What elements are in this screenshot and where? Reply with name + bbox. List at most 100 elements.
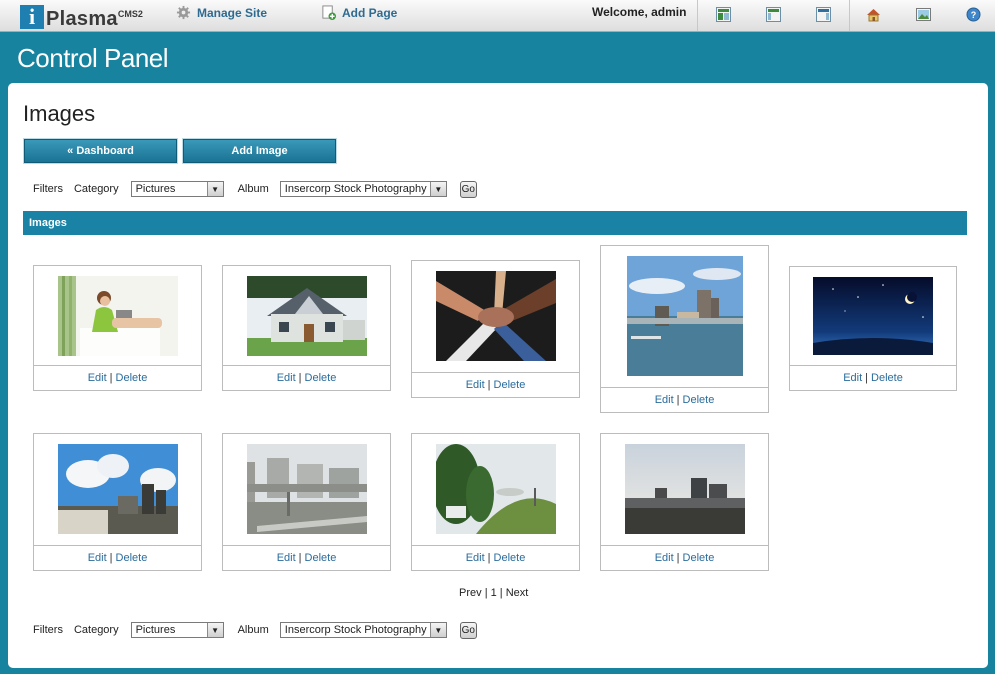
image-card: Edit | Delete (600, 433, 769, 571)
category-label: Category (73, 183, 119, 195)
dashboard-button[interactable]: « Dashboard (24, 139, 177, 163)
image-card: Edit | Delete (222, 265, 391, 391)
action-separator: | (298, 552, 302, 564)
image-thumbnail[interactable] (436, 444, 556, 534)
add-image-button[interactable]: Add Image (183, 139, 336, 163)
delete-link[interactable]: Delete (305, 552, 337, 564)
delete-link[interactable]: Delete (683, 394, 715, 406)
svg-text:?: ? (971, 10, 977, 20)
logo-version: CMS2 (117, 9, 143, 19)
add-page-label: Add Page (342, 5, 398, 20)
pagination: Prev | 1 | Next (459, 587, 528, 599)
filters-top: Filters Category Pictures ▼ Album Inserc… (33, 179, 477, 199)
image-thumbnail[interactable] (813, 277, 933, 355)
page-1-link[interactable]: 1 (491, 587, 497, 599)
action-separator: | (298, 372, 302, 384)
next-link[interactable]: Next (506, 587, 529, 599)
image-actions: Edit | Delete (601, 387, 768, 412)
delete-link[interactable]: Delete (116, 372, 148, 384)
image-card: Edit | Delete (411, 433, 580, 571)
plasma-logo[interactable]: i Plasma CMS2 (20, 5, 143, 29)
category-label: Category (73, 624, 119, 636)
action-separator: | (487, 379, 491, 391)
chevron-down-icon: ▼ (429, 182, 446, 196)
image-thumbnail[interactable] (58, 276, 178, 356)
action-separator: | (865, 372, 869, 384)
delete-link[interactable]: Delete (871, 372, 903, 384)
edit-link[interactable]: Edit (88, 372, 107, 384)
image-actions: Edit | Delete (223, 545, 390, 570)
edit-link[interactable]: Edit (466, 552, 485, 564)
prev-link[interactable]: Prev (459, 587, 482, 599)
image-thumbnail[interactable] (247, 276, 367, 356)
page-title: Images (23, 101, 96, 126)
image-card: Edit | Delete (411, 260, 580, 398)
go-button[interactable]: Go (459, 180, 477, 198)
gear-icon (176, 5, 191, 20)
category-value: Pictures (135, 183, 176, 195)
album-label: Album (237, 624, 269, 636)
image-thumbnail[interactable] (58, 444, 178, 534)
image-actions: Edit | Delete (601, 545, 768, 570)
edit-link[interactable]: Edit (655, 552, 674, 564)
album-select[interactable]: Insercorp Stock Photography ▼ (279, 622, 447, 638)
image-card: Edit | Delete (600, 245, 769, 413)
edit-link[interactable]: Edit (277, 552, 296, 564)
action-separator: | (109, 552, 113, 564)
action-separator: | (676, 394, 680, 406)
image-icon[interactable] (916, 7, 931, 22)
image-actions: Edit | Delete (34, 365, 201, 390)
image-thumbnail[interactable] (247, 444, 367, 534)
album-value: Insercorp Stock Photography (284, 624, 427, 636)
image-actions: Edit | Delete (790, 365, 956, 390)
filters-bottom: Filters Category Pictures ▼ Album Inserc… (33, 620, 477, 640)
action-separator: | (487, 552, 491, 564)
home-icon[interactable] (866, 7, 881, 22)
add-page-icon (322, 5, 336, 20)
image-thumbnail[interactable] (627, 256, 743, 376)
images-section-header: Images (23, 211, 967, 235)
go-button[interactable]: Go (459, 621, 477, 639)
control-panel-title: Control Panel (17, 43, 169, 73)
image-card: Edit | Delete (789, 266, 957, 391)
help-icon[interactable]: ? (966, 7, 981, 22)
category-select[interactable]: Pictures ▼ (130, 622, 224, 638)
edit-link[interactable]: Edit (88, 552, 107, 564)
main-panel: Images « Dashboard Add Image Filters Cat… (8, 83, 988, 668)
toolbar-divider (697, 0, 698, 31)
album-label: Album (237, 183, 269, 195)
layout-icon-1[interactable] (716, 7, 731, 22)
category-select[interactable]: Pictures ▼ (130, 181, 224, 197)
edit-link[interactable]: Edit (843, 372, 862, 384)
image-card: Edit | Delete (33, 433, 202, 571)
action-separator: | (109, 372, 113, 384)
image-actions: Edit | Delete (223, 365, 390, 390)
edit-link[interactable]: Edit (277, 372, 296, 384)
delete-link[interactable]: Delete (305, 372, 337, 384)
category-value: Pictures (135, 624, 176, 636)
layout-icon-2[interactable] (766, 7, 781, 22)
image-actions: Edit | Delete (412, 545, 579, 570)
delete-link[interactable]: Delete (116, 552, 148, 564)
delete-link[interactable]: Delete (683, 552, 715, 564)
edit-link[interactable]: Edit (655, 394, 674, 406)
chevron-down-icon: ▼ (206, 182, 223, 196)
chevron-down-icon: ▼ (429, 623, 446, 637)
image-actions: Edit | Delete (34, 545, 201, 570)
layout-icon-3[interactable] (816, 7, 831, 22)
image-thumbnail[interactable] (625, 444, 745, 534)
add-page-link[interactable]: Add Page (321, 5, 397, 20)
top-toolbar: i Plasma CMS2 Manage Site Add Page Welco… (0, 0, 995, 32)
logo-text: Plasma (46, 8, 118, 30)
filters-label: Filters (33, 624, 63, 636)
edit-link[interactable]: Edit (466, 379, 485, 391)
chevron-down-icon: ▼ (206, 623, 223, 637)
image-thumbnail[interactable] (436, 271, 556, 361)
image-card: Edit | Delete (33, 265, 202, 391)
image-actions: Edit | Delete (412, 372, 579, 397)
manage-site-link[interactable]: Manage Site (176, 5, 267, 20)
delete-link[interactable]: Delete (494, 379, 526, 391)
album-select[interactable]: Insercorp Stock Photography ▼ (279, 181, 447, 197)
delete-link[interactable]: Delete (494, 552, 526, 564)
logo-mark: i (20, 5, 44, 29)
